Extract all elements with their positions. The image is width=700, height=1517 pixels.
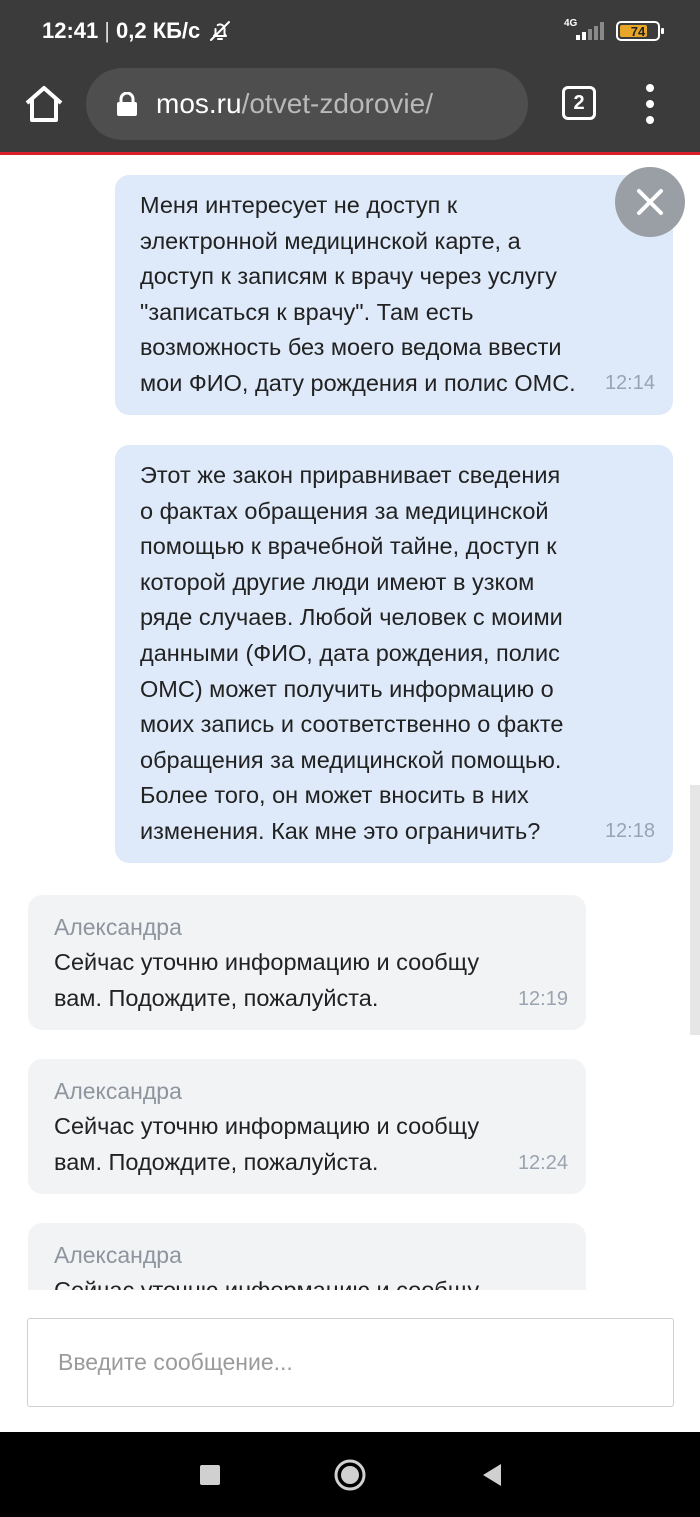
chat-messages[interactable]: Меня интересует не доступ к электронной …: [0, 155, 700, 1290]
status-right: 4G 74: [564, 18, 664, 42]
scrollbar-thumb[interactable]: [690, 785, 700, 1035]
bell-off-icon: [208, 19, 232, 43]
browser-toolbar: mos.ru/otvet-zdorovie/ 2: [0, 64, 700, 152]
signal-indicator: 4G: [564, 18, 604, 42]
url-text: mos.ru/otvet-zdorovie/: [156, 88, 433, 120]
message-outgoing: Меня интересует не доступ к электронной …: [115, 175, 673, 415]
message-author: Александра: [54, 1242, 182, 1268]
message-incoming: Александра Сейчас уточню информацию и со…: [28, 895, 586, 1031]
status-bar: 12:41 | 0,2 КБ/с 4G 74: [0, 0, 700, 64]
message-time: 12:19: [517, 987, 568, 1010]
message-incoming: Александра Сейчас уточню информацию и со…: [28, 1059, 586, 1195]
message-composer: [0, 1290, 700, 1432]
status-separator: |: [104, 18, 110, 43]
battery-icon: 74: [616, 21, 664, 41]
status-left: 12:41 | 0,2 КБ/с: [42, 18, 232, 44]
message-text: Этот же закон приравнивает сведения о фа…: [140, 462, 564, 844]
circle-icon[interactable]: [333, 1458, 367, 1492]
more-vert-icon[interactable]: [640, 84, 660, 124]
network-speed: 0,2 КБ/с: [116, 18, 201, 43]
signal-bars-icon: [576, 22, 604, 40]
lock-icon: [116, 91, 138, 116]
message-time: 12:14: [604, 371, 655, 394]
home-icon[interactable]: [22, 82, 66, 126]
battery-level: 74: [630, 23, 646, 39]
square-icon[interactable]: [193, 1458, 227, 1492]
message-outgoing: Этот же закон приравнивает сведения о фа…: [115, 445, 673, 863]
address-bar[interactable]: mos.ru/otvet-zdorovie/: [86, 68, 528, 140]
message-text: Меня интересует не доступ к электронной …: [140, 192, 576, 396]
message-time: 12:18: [604, 819, 655, 842]
system-nav-bar: [0, 1432, 700, 1517]
triangle-back-icon[interactable]: [475, 1458, 509, 1492]
message-input[interactable]: [27, 1318, 674, 1407]
message-incoming: Александра Сейчас уточню информацию и со…: [28, 1223, 586, 1290]
message-text: Сейчас уточню информацию и сообщу: [54, 1277, 480, 1290]
message-author: Александра: [54, 914, 182, 940]
message-text: Сейчас уточню информацию и сообщу вам. П…: [54, 1113, 480, 1175]
tab-switcher-button[interactable]: 2: [562, 86, 596, 120]
message-text: Сейчас уточню информацию и сообщу вам. П…: [54, 949, 480, 1011]
message-author: Александра: [54, 1078, 182, 1104]
url-domain: mos.ru: [156, 88, 242, 119]
status-time: 12:41: [42, 18, 99, 43]
url-path: /otvet-zdorovie/: [241, 88, 433, 119]
close-icon[interactable]: [615, 167, 685, 237]
message-time: 12:24: [517, 1151, 568, 1174]
tab-count: 2: [573, 91, 585, 114]
